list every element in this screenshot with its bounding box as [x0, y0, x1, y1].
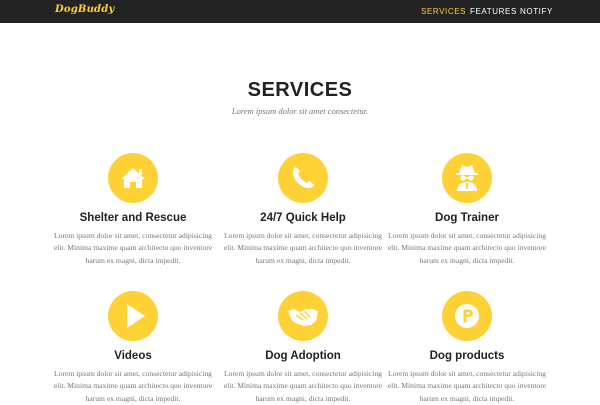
service-title: Dog Trainer	[435, 212, 499, 224]
navbar: DogBuddy SERVICES FEATURES NOTIFY	[0, 0, 600, 23]
brand-logo[interactable]: DogBuddy	[55, 4, 114, 15]
service-title: Dog products	[429, 350, 505, 362]
handshake-icon	[278, 291, 328, 341]
section-title: SERVICES	[247, 79, 353, 101]
service-description: Lorem ipsum dolor sit amet, consectetur …	[387, 369, 547, 403]
service-description: Lorem ipsum dolor sit amet, consectetur …	[223, 369, 383, 403]
home-icon	[108, 153, 158, 203]
nav-item-services[interactable]: SERVICES	[421, 7, 466, 16]
nav-item-features[interactable]: FEATURES	[470, 7, 517, 16]
service-title: Videos	[114, 350, 152, 362]
service-description: Lorem ipsum dolor sit amet, consectetur …	[53, 369, 213, 403]
phone-icon	[278, 153, 328, 203]
nav-item-notify[interactable]: NOTIFY	[520, 7, 553, 16]
service-title: Shelter and Rescue	[79, 212, 187, 224]
play-icon[interactable]	[108, 291, 158, 341]
service-title: Dog Adoption	[265, 350, 341, 362]
service-title: 24/7 Quick Help	[260, 212, 346, 224]
service-description: Lorem ipsum dolor sit amet, consectetur …	[387, 231, 547, 265]
product-p-icon	[442, 291, 492, 341]
service-description: Lorem ipsum dolor sit amet, consectetur …	[223, 231, 383, 265]
user-secret-icon	[442, 153, 492, 203]
service-description: Lorem ipsum dolor sit amet, consectetur …	[53, 231, 213, 265]
section-subtitle: Lorem ipsum dolor sit amet consectetur.	[231, 106, 369, 116]
